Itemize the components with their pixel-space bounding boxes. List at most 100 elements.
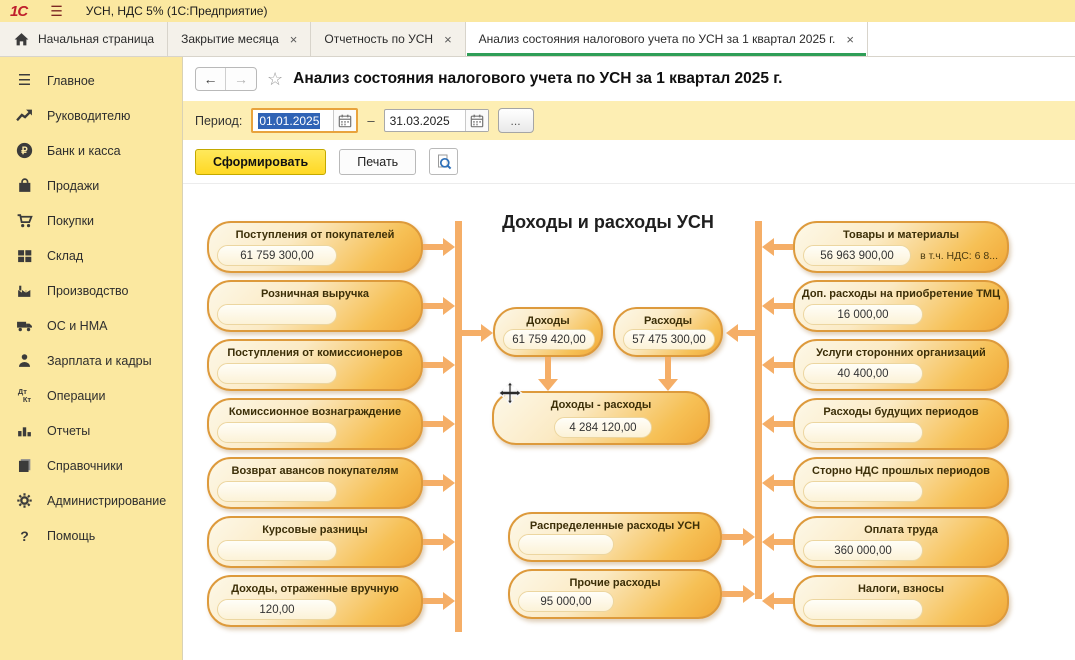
- income-source-block[interactable]: Доходы, отраженные вручную120,00: [207, 575, 423, 627]
- tab-label: Отчетность по УСН: [324, 32, 433, 46]
- expenses-block[interactable]: Расходы57 475 300,00: [613, 307, 723, 357]
- sidebar-item-sales[interactable]: Продажи: [0, 168, 182, 203]
- income-source-block[interactable]: Возврат авансов покупателям: [207, 457, 423, 509]
- tab-close-icon[interactable]: ×: [290, 32, 298, 47]
- menu-icon: ☰: [15, 72, 34, 90]
- sidebar-item-bank-cash[interactable]: ₽Банк и касса: [0, 133, 182, 168]
- tab-close-icon[interactable]: ×: [846, 32, 854, 47]
- sidebar-item-label: Склад: [47, 249, 83, 263]
- expense-item-block[interactable]: Оплата труда360 000,00: [793, 516, 1009, 568]
- period-to-field[interactable]: 31.03.2025: [384, 109, 489, 132]
- expense-item-block[interactable]: Налоги, взносы: [793, 575, 1009, 627]
- flow-block-value: 120,00: [217, 599, 337, 620]
- sidebar-item-operations[interactable]: ДтКт Операции: [0, 378, 182, 413]
- forward-button[interactable]: →: [226, 68, 256, 90]
- person-icon: [15, 352, 34, 370]
- calendar-icon[interactable]: [333, 110, 356, 131]
- sidebar-item-label: Зарплата и кадры: [47, 354, 152, 368]
- period-more-button[interactable]: ...: [498, 108, 534, 133]
- flow-block-value: 360 000,00: [803, 540, 923, 561]
- flow-block-title: Курсовые разницы: [209, 524, 421, 536]
- income-source-block[interactable]: Розничная выручка: [207, 280, 423, 332]
- sidebar-item-label: Покупки: [47, 214, 94, 228]
- sidebar-item-help[interactable]: ?Помощь: [0, 518, 182, 553]
- flow-arrow-right: [423, 238, 455, 256]
- sidebar-item-reports[interactable]: Отчеты: [0, 413, 182, 448]
- sidebar-item-warehouse[interactable]: Склад: [0, 238, 182, 273]
- flow-block-title: Расходы будущих периодов: [795, 406, 1007, 418]
- flow-arrow-right: [722, 585, 755, 603]
- diagram-title: Доходы и расходы УСН: [493, 212, 723, 233]
- flow-block-value: [217, 422, 337, 443]
- expense-item-block[interactable]: Товары и материалы56 963 900,00в т.ч. НД…: [793, 221, 1009, 273]
- flow-arrow-right: [423, 474, 455, 492]
- sidebar-item-label: Отчеты: [47, 424, 90, 438]
- generate-button[interactable]: Сформировать: [195, 149, 326, 175]
- sidebar-item-purchases[interactable]: Покупки: [0, 203, 182, 238]
- flow-block-title: Комиссионное вознаграждение: [209, 406, 421, 418]
- flow-connector-bar: [455, 221, 462, 632]
- income-source-block[interactable]: Поступления от комиссионеров: [207, 339, 423, 391]
- tab-close-icon[interactable]: ×: [444, 32, 452, 47]
- sidebar-item-main[interactable]: ☰ Главное: [0, 63, 182, 98]
- incomes-block[interactable]: Доходы61 759 420,00: [493, 307, 603, 357]
- flow-block-value: 40 400,00: [803, 363, 923, 384]
- tab-month-closing[interactable]: Закрытие месяца×: [168, 22, 311, 56]
- calendar-icon[interactable]: [465, 110, 488, 131]
- other-expenses-block[interactable]: Прочие расходы95 000,00: [508, 569, 722, 619]
- expense-item-block[interactable]: Сторно НДС прошлых периодов: [793, 457, 1009, 509]
- main-menu-icon[interactable]: ☰: [50, 4, 63, 18]
- expense-item-block[interactable]: Расходы будущих периодов: [793, 398, 1009, 450]
- sidebar: ☰ Главное Руководителю ₽Банк и кассаПродажи…: [0, 57, 183, 660]
- sidebar-item-label: Справочники: [47, 459, 123, 473]
- help-icon: ?: [15, 527, 34, 545]
- home-icon: [13, 31, 30, 48]
- gear-icon: [15, 492, 34, 510]
- flow-block-value: [803, 481, 923, 502]
- flow-arrow-right: [423, 356, 455, 374]
- sidebar-item-label: Главное: [47, 74, 95, 88]
- distributed-expenses-block[interactable]: Распределенные расходы УСН: [508, 512, 722, 562]
- sidebar-item-os-nma[interactable]: ОС и НМА: [0, 308, 182, 343]
- dtkt-icon: ДтКт: [15, 387, 34, 405]
- expense-item-block[interactable]: Услуги сторонних организаций40 400,00: [793, 339, 1009, 391]
- income-source-block[interactable]: Курсовые разницы: [207, 516, 423, 568]
- expense-item-block[interactable]: Доп. расходы на приобретение ТМЦ16 000,0…: [793, 280, 1009, 332]
- flow-block-title: Прочие расходы: [510, 577, 720, 589]
- sidebar-item-payroll[interactable]: Зарплата и кадры: [0, 343, 182, 378]
- favorite-star-icon[interactable]: ☆: [267, 70, 283, 88]
- flow-block-title: Доп. расходы на приобретение ТМЦ: [795, 288, 1007, 300]
- period-to-value[interactable]: 31.03.2025: [385, 110, 465, 131]
- bars-icon: [15, 422, 34, 440]
- tab-usn-reporting[interactable]: Отчетность по УСН ×: [311, 22, 465, 56]
- sidebar-item-administration[interactable]: Администрирование: [0, 483, 182, 518]
- tab-usn-analysis[interactable]: Анализ состояния налогового учета по УСН…: [466, 22, 868, 56]
- sidebar-item-manager[interactable]: Руководителю: [0, 98, 182, 133]
- history-nav-group: ← →: [195, 67, 257, 91]
- flow-block-title: Поступления от комиссионеров: [209, 347, 421, 359]
- income-source-block[interactable]: Комиссионное вознаграждение: [207, 398, 423, 450]
- tab-label: Начальная страница: [38, 32, 154, 46]
- flow-block-value: [803, 422, 923, 443]
- flow-block-value: [217, 481, 337, 502]
- flow-block-title: Сторно НДС прошлых периодов: [795, 465, 1007, 477]
- difference-block[interactable]: Доходы - расходы4 284 120,00: [492, 391, 710, 445]
- sidebar-item-label: Операции: [47, 389, 105, 403]
- warehouse-icon: [15, 247, 34, 265]
- flow-block-title: Доходы - расходы: [494, 399, 708, 411]
- tab-home[interactable]: Начальная страница: [0, 22, 168, 56]
- sidebar-item-production[interactable]: Производство: [0, 273, 182, 308]
- period-from-value[interactable]: 01.01.2025: [253, 110, 333, 131]
- tabbar: Начальная страницаЗакрытие месяца×Отчетн…: [0, 22, 1075, 57]
- preview-button[interactable]: [429, 148, 458, 175]
- sidebar-item-label: Банк и касса: [47, 144, 121, 158]
- sidebar-item-directories[interactable]: Справочники: [0, 448, 182, 483]
- back-button[interactable]: ←: [196, 68, 226, 90]
- income-source-block[interactable]: Поступления от покупателей61 759 300,00: [207, 221, 423, 273]
- sidebar-item-label: Руководителю: [47, 109, 130, 123]
- flow-block-value: [518, 534, 614, 555]
- period-from-field[interactable]: 01.01.2025: [251, 108, 358, 133]
- print-button[interactable]: Печать: [339, 149, 416, 175]
- period-label: Период:: [195, 114, 242, 128]
- sidebar-item-label: ОС и НМА: [47, 319, 107, 333]
